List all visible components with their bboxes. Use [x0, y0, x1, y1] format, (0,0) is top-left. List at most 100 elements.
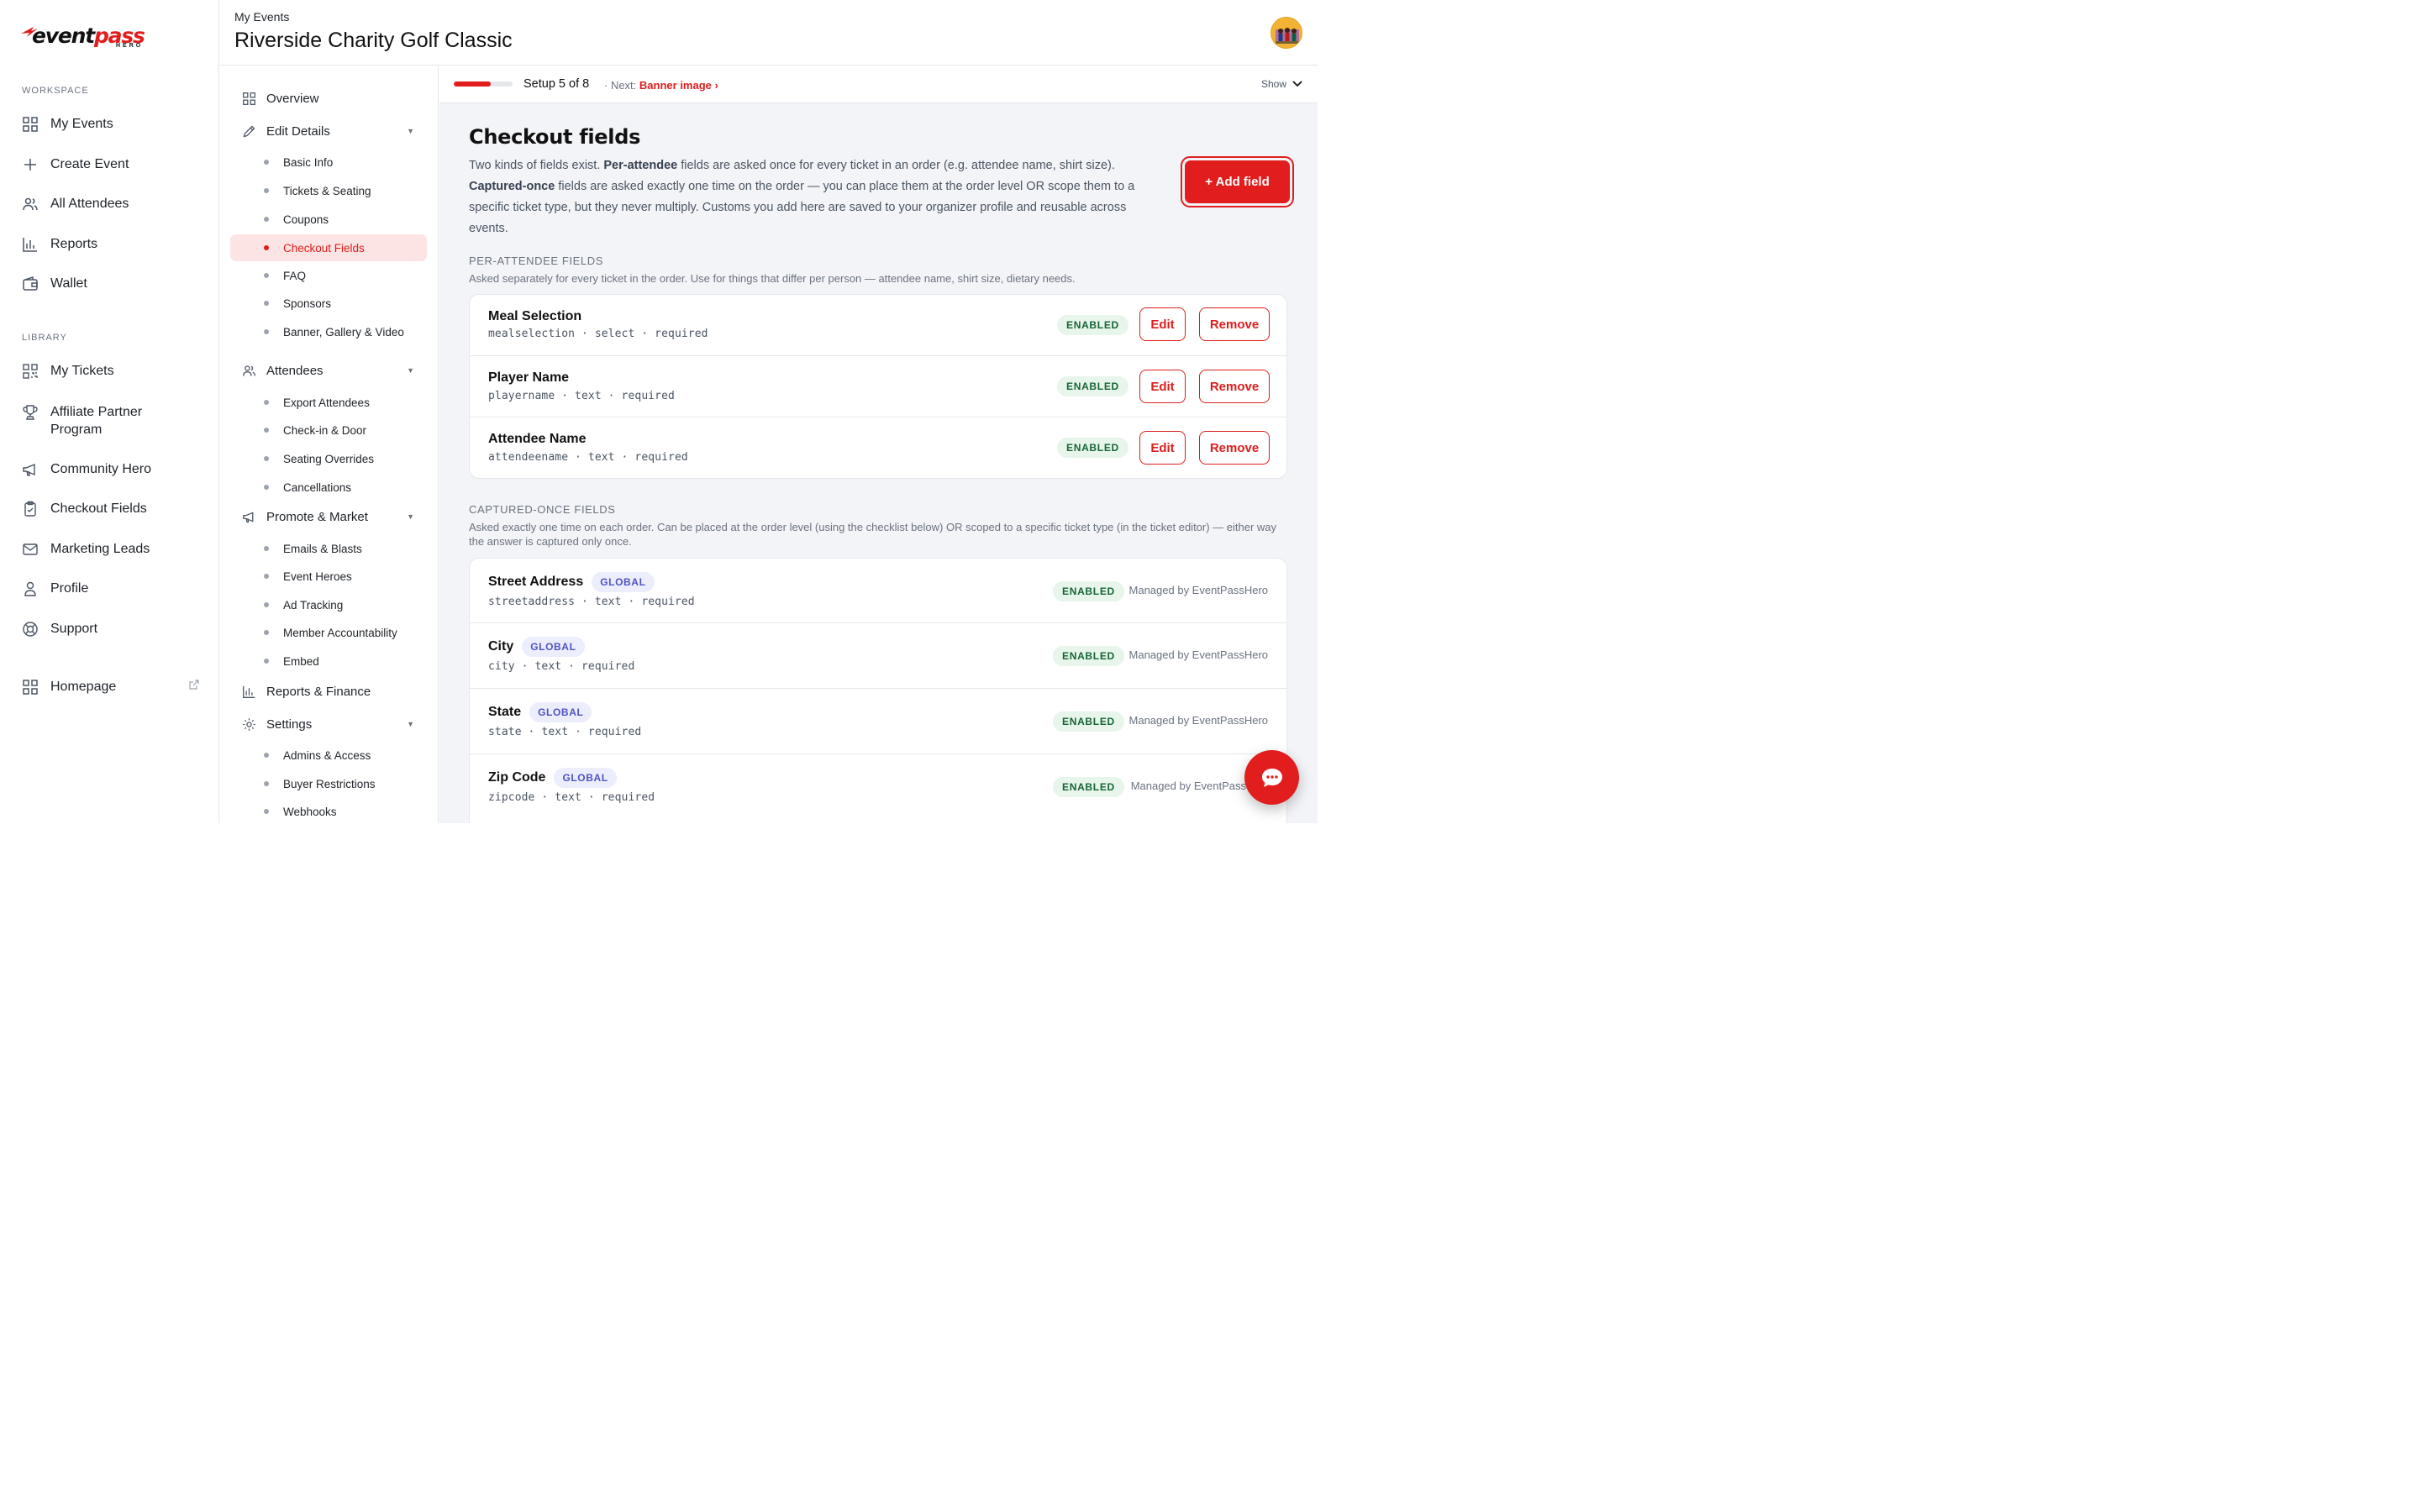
- avatar[interactable]: [1270, 17, 1302, 49]
- sidebar-item-reports[interactable]: Reports: [20, 234, 200, 255]
- per-attendee-description: Asked separately for every ticket in the…: [469, 272, 1076, 285]
- subnav-item-emails-blasts[interactable]: Emails & Blasts: [230, 535, 427, 562]
- global-badge: GLOBAL: [529, 702, 592, 722]
- subnav-item-banner-gallery-video[interactable]: Banner, Gallery & Video: [230, 318, 427, 345]
- trophy-icon: [20, 402, 40, 423]
- captured-once-card: Street Address GLOBAL streetaddress · tex…: [469, 558, 1287, 823]
- sidebar-item-label: Profile: [50, 581, 89, 596]
- edit-button[interactable]: Edit: [1139, 370, 1186, 403]
- status-badge: ENABLED: [1053, 777, 1124, 797]
- caret-down-icon: ▼: [407, 512, 414, 521]
- subnav-edit-details[interactable]: Edit Details ▼: [240, 123, 421, 139]
- field-name: City: [488, 639, 514, 654]
- edit-button[interactable]: Edit: [1139, 431, 1186, 465]
- sidebar-item-community-hero[interactable]: Community Hero: [20, 459, 200, 480]
- sidebar-item-homepage[interactable]: Homepage: [20, 677, 200, 697]
- subnav-item-tickets-seating[interactable]: Tickets & Seating: [230, 177, 427, 204]
- subnav-item-seating-overrides[interactable]: Seating Overrides: [230, 445, 427, 472]
- left-sidebar: eventpass HERO WORKSPACE My Events Creat…: [0, 0, 219, 823]
- app-root: eventpass HERO WORKSPACE My Events Creat…: [0, 0, 1318, 823]
- field-name: Zip Code: [488, 770, 546, 785]
- intro-term-captured-once: Captured-once: [469, 180, 555, 193]
- subnav-label: Edit Details: [266, 123, 330, 139]
- sidebar-item-my-events[interactable]: My Events: [20, 114, 200, 134]
- sidebar-item-checkout-fields[interactable]: Checkout Fields: [20, 499, 200, 519]
- sidebar-item-my-tickets[interactable]: My Tickets: [20, 361, 200, 381]
- eventpass-logo[interactable]: eventpass HERO: [20, 22, 146, 52]
- subnav-promote-market[interactable]: Promote & Market ▼: [240, 508, 421, 525]
- subnav-overview[interactable]: Overview: [240, 90, 421, 107]
- subnav-attendees[interactable]: Attendees ▼: [240, 362, 421, 379]
- intro-part: fields are asked exactly one time on the…: [469, 180, 1135, 235]
- remove-button[interactable]: Remove: [1199, 370, 1270, 403]
- sidebar-item-wallet[interactable]: Wallet: [20, 274, 200, 294]
- section-title: Checkout fields: [469, 125, 641, 149]
- chat-icon: [1261, 768, 1282, 787]
- sidebar-item-affiliate-partner-program[interactable]: Affiliate Partner Program: [20, 403, 200, 438]
- show-label: Show: [1260, 78, 1286, 90]
- avatar-image: [1271, 18, 1302, 48]
- subnav-settings[interactable]: Settings ▼: [240, 716, 421, 732]
- status-badge: ENABLED: [1053, 581, 1124, 601]
- remove-button[interactable]: Remove: [1199, 307, 1270, 341]
- intro-part: Two kinds of fields exist.: [469, 159, 604, 172]
- sidebar-item-marketing-leads[interactable]: Marketing Leads: [20, 539, 200, 559]
- intro-text: Two kinds of fields exist. Per-attendee …: [469, 155, 1166, 239]
- megaphone-icon: [20, 459, 40, 480]
- bar-chart-icon: [20, 234, 40, 255]
- chat-launcher-button[interactable]: [1244, 750, 1299, 805]
- field-name-wrap: State GLOBAL: [488, 702, 592, 722]
- setup-step-label: Setup 5 of 8: [523, 77, 590, 91]
- sidebar-item-create-event[interactable]: Create Event: [20, 155, 200, 175]
- show-toggle-button[interactable]: Show: [1261, 78, 1302, 90]
- sidebar-item-all-attendees[interactable]: All Attendees: [20, 194, 200, 214]
- subnav-item-member-accountability[interactable]: Member Accountability: [230, 619, 427, 646]
- field-name-wrap: Zip Code GLOBAL: [488, 768, 617, 788]
- subnav-item-embed[interactable]: Embed: [230, 648, 427, 675]
- field-name: Meal Selection: [488, 309, 582, 323]
- subnav-item-webhooks[interactable]: Webhooks: [230, 798, 427, 823]
- caret-down-icon: ▼: [407, 720, 414, 728]
- subnav-item-coupons[interactable]: Coupons: [230, 206, 427, 233]
- subnav-item-event-heroes[interactable]: Event Heroes: [230, 563, 427, 590]
- lifebuoy-icon: [20, 619, 40, 639]
- field-row: Street Address GLOBAL streetaddress · tex…: [470, 559, 1286, 623]
- field-row: Zip Code GLOBAL zipcode · text · required…: [470, 754, 1286, 820]
- setup-next-link[interactable]: Banner image ›: [639, 79, 718, 92]
- subnav-reports-finance[interactable]: Reports & Finance: [240, 683, 421, 700]
- subnav-item-export-attendees[interactable]: Export Attendees: [230, 389, 427, 416]
- sidebar-item-support[interactable]: Support: [20, 619, 200, 639]
- sidebar-item-label: Marketing Leads: [50, 542, 150, 556]
- grid-icon: [20, 114, 40, 134]
- edit-button[interactable]: Edit: [1139, 307, 1186, 341]
- subnav-label: Attendees: [266, 363, 324, 378]
- add-field-focus-ring: + Add field: [1181, 156, 1294, 207]
- breadcrumb[interactable]: My Events: [234, 10, 289, 24]
- clipboard-icon: [20, 499, 40, 519]
- sidebar-item-label: Wallet: [50, 276, 87, 291]
- subnav-item-admins-access[interactable]: Admins & Access: [230, 742, 427, 769]
- subnav-item-check-in-door[interactable]: Check-in & Door: [230, 417, 427, 444]
- wallet-icon: [20, 274, 40, 294]
- field-name: State: [488, 705, 522, 719]
- field-row: Player Name playername · text · required…: [470, 356, 1286, 417]
- field-meta: streetaddress · text · required: [488, 596, 695, 608]
- add-field-button[interactable]: + Add field: [1185, 160, 1290, 203]
- sidebar-item-label: Support: [50, 622, 98, 636]
- subnav-item-basic-info[interactable]: Basic Info: [230, 149, 427, 176]
- subnav-item-checkout-fields[interactable]: Checkout Fields: [230, 234, 427, 261]
- pencil-icon: [240, 123, 257, 139]
- subnav-item-faq[interactable]: FAQ: [230, 262, 427, 289]
- subnav-item-buyer-restrictions[interactable]: Buyer Restrictions: [230, 770, 427, 797]
- sidebar-item-profile[interactable]: Profile: [20, 579, 200, 599]
- setup-next: · Next: Banner image ›: [604, 79, 718, 92]
- remove-button[interactable]: Remove: [1199, 431, 1270, 465]
- field-meta: mealselection · select · required: [488, 328, 708, 340]
- main-content: Checkout fields Two kinds of fields exis…: [439, 103, 1318, 823]
- subnav-item-sponsors[interactable]: Sponsors: [230, 290, 427, 317]
- subnav-item-cancellations[interactable]: Cancellations: [230, 474, 427, 501]
- field-name: Player Name: [488, 370, 570, 385]
- field-name: Attendee Name: [488, 432, 587, 446]
- subnav-item-ad-tracking[interactable]: Ad Tracking: [230, 591, 427, 618]
- megaphone-icon: [240, 508, 257, 525]
